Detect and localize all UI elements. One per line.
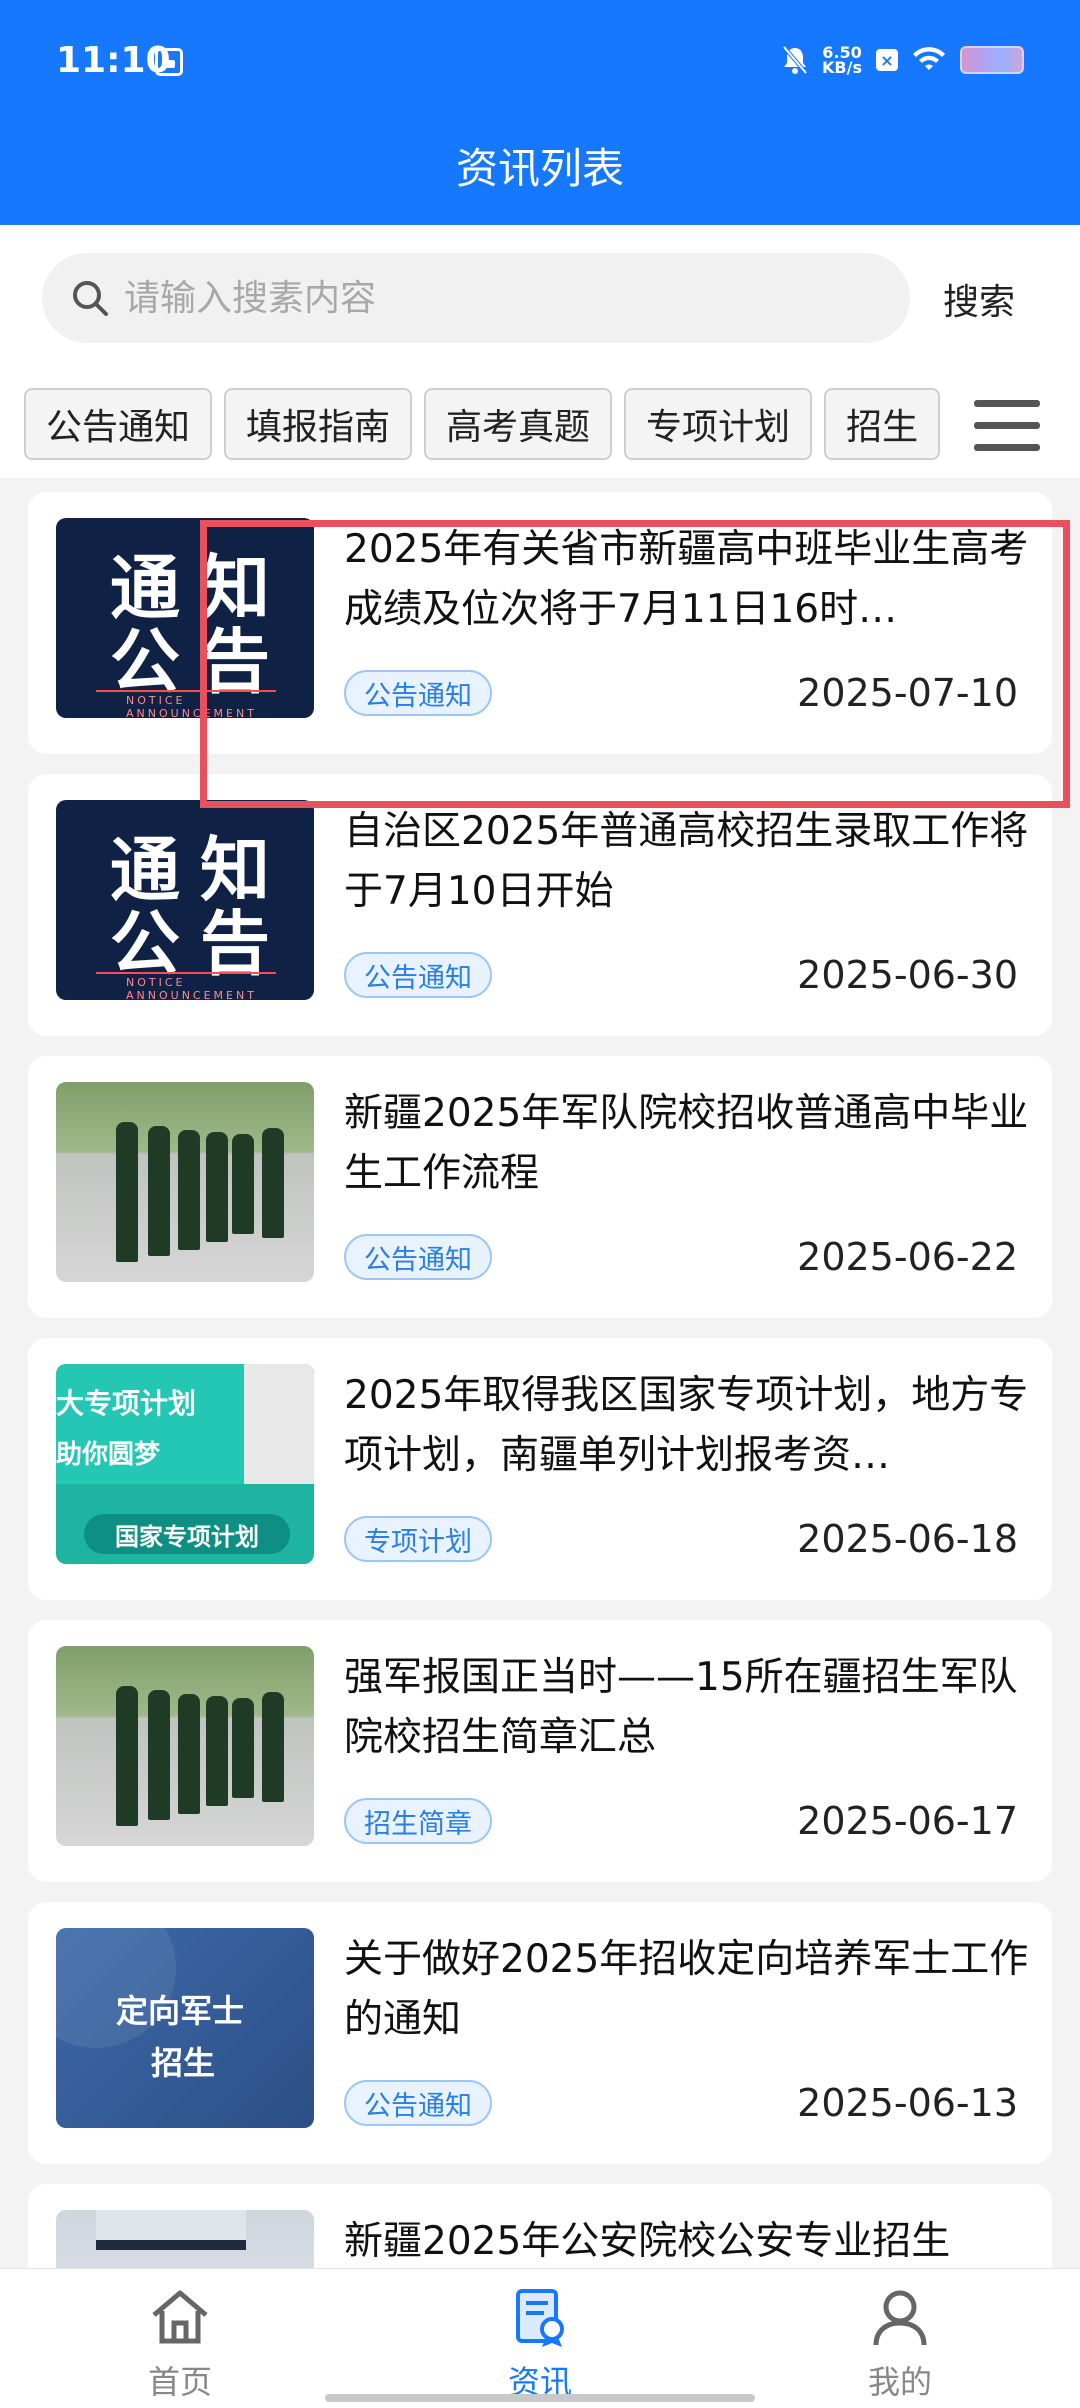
menu-icon[interactable] <box>974 398 1040 454</box>
search-area: 搜索 <box>0 225 1080 370</box>
search-input[interactable] <box>124 253 884 343</box>
news-tag: 公告通知 <box>344 1234 492 1280</box>
tab-special-plan[interactable]: 专项计划 <box>624 388 813 460</box>
search-icon <box>73 281 108 316</box>
thumb-hand <box>244 1364 314 1484</box>
nav-profile-label: 我的 <box>867 2363 932 2401</box>
tab-filling-guide[interactable]: 填报指南 <box>224 388 413 460</box>
news-item[interactable]: 强军报国正当时——15所在疆招生军队院校招生简章汇总 招生简章 2025-06-… <box>28 1620 1052 1882</box>
thumb-caption: NOTICE ANNOUNCEMENT <box>126 976 257 1000</box>
tab-exam-papers[interactable]: 高考真题 <box>424 388 613 460</box>
thumb-text: 大专项计划 <box>56 1387 197 1420</box>
news-item[interactable]: 大专项计划 助你圆梦 国家专项计划 2025年取得我区国家专项计划，地方专项计划… <box>28 1338 1052 1600</box>
news-date: 2025-06-17 <box>797 1799 1018 1843</box>
news-thumbnail <box>56 1082 314 1282</box>
nav-news[interactable]: 资讯 <box>440 2285 640 2403</box>
news-thumbnail: 通知 公告 NOTICE ANNOUNCEMENT <box>56 800 314 1000</box>
speed-unit: KB/s <box>822 58 862 77</box>
search-box[interactable] <box>42 253 910 343</box>
news-date: 2025-06-30 <box>797 953 1018 997</box>
nav-home-label: 首页 <box>147 2363 212 2401</box>
news-thumbnail: 定向军士 招生 <box>56 1928 314 2128</box>
news-item[interactable]: 新疆2025年军队院校招收普通高中毕业生工作流程 公告通知 2025-06-22 <box>28 1056 1052 1318</box>
mute-icon <box>782 45 808 75</box>
nav-home[interactable]: 首页 <box>80 2285 280 2403</box>
highlight-box <box>200 520 1070 808</box>
network-speed: 6.50 KB/s <box>822 45 862 77</box>
thumb-text: 招生 <box>151 2044 216 2082</box>
status-time: 11:10 <box>56 40 171 81</box>
news-thumbnail: 大专项计划 助你圆梦 国家专项计划 <box>56 1364 314 1564</box>
news-title: 新疆2025年军队院校招收普通高中毕业生工作流程 <box>344 1091 1029 1196</box>
battery-icon <box>960 46 1024 74</box>
status-icons: 6.50 KB/s × <box>782 42 1024 78</box>
thumb-text: 定向军士 <box>116 1992 245 2030</box>
news-title: 关于做好2025年招收定向培养军士工作的通知 <box>344 1937 1029 2042</box>
news-title: 强军报国正当时——15所在疆招生军队院校招生简章汇总 <box>344 1655 1018 1760</box>
search-button[interactable]: 搜索 <box>943 273 1015 325</box>
news-tag: 公告通知 <box>344 952 492 998</box>
nav-profile[interactable]: 我的 <box>800 2285 1000 2403</box>
news-tag: 公告通知 <box>344 2080 492 2126</box>
calendar-icon <box>155 48 183 76</box>
thumb-text: 国家专项计划 <box>84 1514 290 1554</box>
tab-admission[interactable]: 招生 <box>824 388 941 460</box>
app-header: 11:10 6.50 KB/s × 资讯列表 <box>0 0 1080 225</box>
news-tag: 专项计划 <box>344 1516 492 1562</box>
profile-icon <box>873 2290 927 2346</box>
thumb-cap <box>96 2210 246 2250</box>
category-tabs-area: 公告通知 填报指南 高考真题 专项计划 招生 <box>0 370 1080 478</box>
home-icon <box>152 2290 208 2344</box>
news-thumbnail <box>56 1646 314 1846</box>
news-title: 2025年取得我区国家专项计划，地方专项计划，南疆单列计划报考资… <box>344 1373 1029 1478</box>
tab-announcement[interactable]: 公告通知 <box>24 388 213 460</box>
wifi-icon <box>912 44 946 76</box>
news-item[interactable]: 定向军士 招生 关于做好2025年招收定向培养军士工作的通知 公告通知 2025… <box>28 1902 1052 2164</box>
page-title: 资讯列表 <box>455 144 624 193</box>
news-date: 2025-06-22 <box>797 1235 1018 1279</box>
news-item[interactable]: 通知 公告 NOTICE ANNOUNCEMENT 自治区2025年普通高校招生… <box>28 774 1052 1036</box>
close-box-icon: × <box>876 49 898 71</box>
bottom-nav: 首页 资讯 我的 <box>0 2268 1080 2408</box>
home-indicator <box>325 2394 755 2402</box>
news-date: 2025-06-18 <box>797 1517 1018 1561</box>
news-title: 自治区2025年普通高校招生录取工作将于7月10日开始 <box>344 809 1029 914</box>
thumb-text: 助你圆梦 <box>56 1440 161 1470</box>
news-date: 2025-06-13 <box>797 2081 1018 2125</box>
news-tag: 招生简章 <box>344 1798 492 1844</box>
thumb-divider <box>96 972 276 974</box>
category-tabs: 公告通知 填报指南 高考真题 专项计划 招生 <box>24 388 954 462</box>
news-icon <box>516 2289 564 2347</box>
